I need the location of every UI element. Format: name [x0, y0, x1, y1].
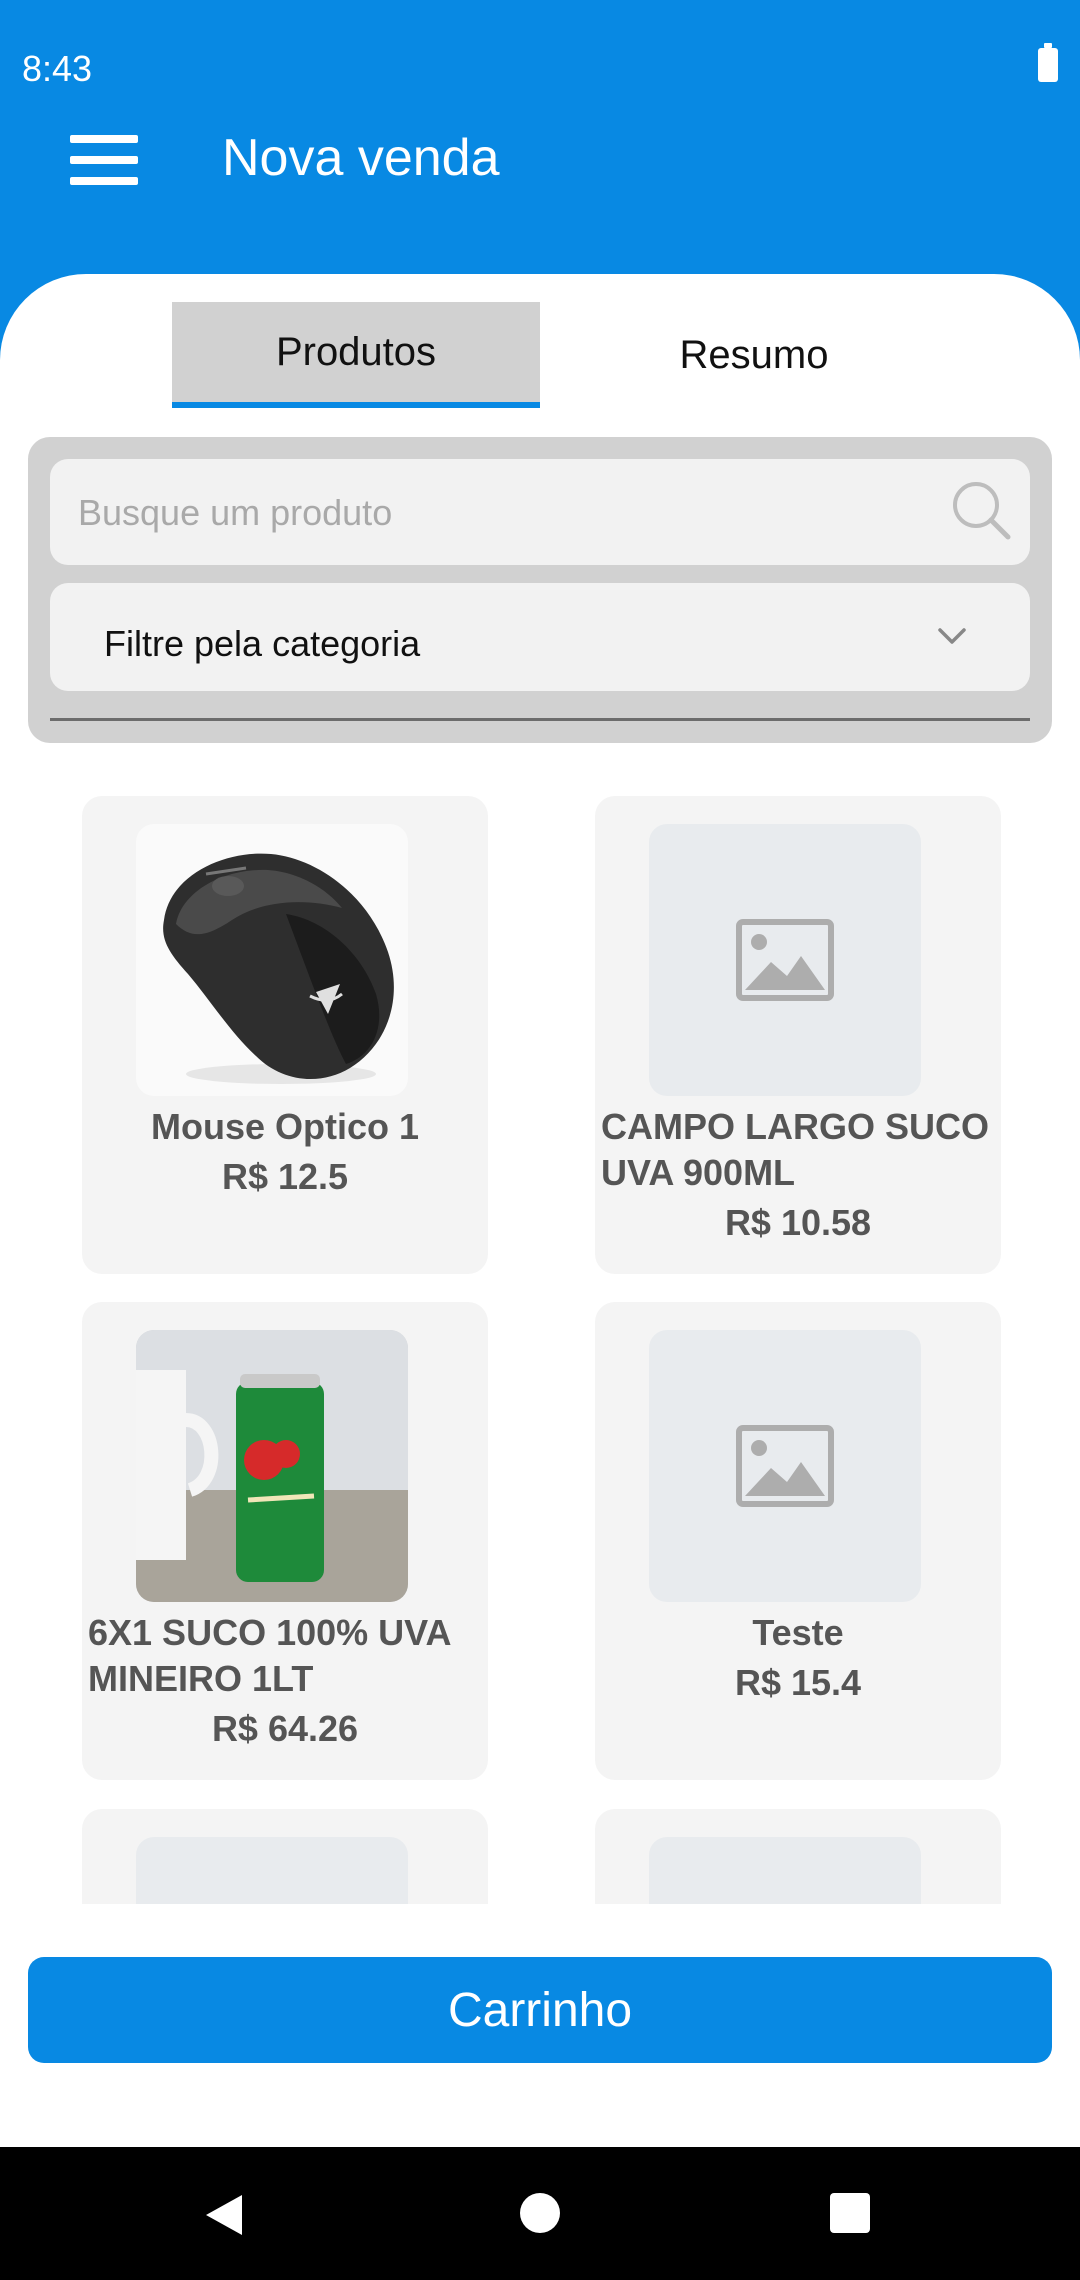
content-sheet: Produtos Resumo Filtre pela categoria [0, 274, 1080, 2147]
page-title: Nova venda [222, 129, 500, 187]
app-bar: Nova venda [0, 110, 1080, 220]
chevron-down-icon [938, 628, 966, 644]
status-time: 8:43 [22, 48, 93, 89]
search-icon[interactable] [950, 479, 1012, 541]
search-input[interactable] [50, 459, 940, 567]
product-price: R$ 15.4 [734, 1662, 862, 1703]
image-placeholder-icon [736, 1425, 834, 1507]
product-card[interactable]: Mouse Optico 1 R$ 12.5 [82, 796, 488, 1274]
product-name: Teste [752, 1612, 844, 1653]
image-placeholder [136, 1837, 408, 1904]
product-price: R$ 10.58 [724, 1202, 872, 1243]
filter-panel: Filtre pela categoria [28, 437, 1052, 743]
category-select[interactable]: Filtre pela categoria [50, 583, 1030, 691]
menu-icon[interactable] [70, 135, 138, 185]
product-price: R$ 64.26 [211, 1708, 359, 1749]
image-placeholder [649, 1837, 921, 1904]
product-card[interactable] [595, 1809, 1001, 1904]
category-label: Filtre pela categoria [104, 623, 421, 664]
image-placeholder [649, 1330, 921, 1602]
soda-can-photo [136, 1330, 408, 1602]
image-placeholder-icon [736, 919, 834, 1001]
tab-resumo[interactable]: Resumo [570, 302, 938, 408]
product-card[interactable]: CAMPO LARGO SUCO UVA 900ML R$ 10.58 [595, 796, 1001, 1274]
product-name: Mouse Optico 1 [150, 1106, 420, 1147]
recents-icon[interactable] [830, 2193, 870, 2233]
system-nav-bar [0, 2147, 1080, 2280]
cart-button[interactable]: Carrinho [28, 1957, 1052, 2063]
mouse-photo [136, 824, 408, 1096]
product-price: R$ 12.5 [221, 1156, 349, 1197]
tab-produtos[interactable]: Produtos [172, 302, 540, 408]
divider [50, 718, 1030, 721]
product-card[interactable]: Teste R$ 15.4 [595, 1302, 1001, 1780]
battery-icon [1038, 43, 1058, 82]
tab-bar: Produtos Resumo [172, 302, 972, 408]
back-icon[interactable] [204, 2193, 244, 2237]
product-card[interactable]: 6X1 SUCO 100% UVA MINEIRO 1LT R$ 64.26 [82, 1302, 488, 1780]
product-card[interactable] [82, 1809, 488, 1904]
product-name: CAMPO LARGO SUCO UVA 900ML [601, 1106, 990, 1193]
home-icon[interactable] [520, 2193, 560, 2233]
image-placeholder [649, 824, 921, 1096]
search-box [50, 459, 1030, 567]
product-name: 6X1 SUCO 100% UVA MINEIRO 1LT [88, 1612, 451, 1699]
product-grid: Mouse Optico 1 R$ 12.5 CAMPO LARGO SUCO … [0, 784, 1080, 1904]
